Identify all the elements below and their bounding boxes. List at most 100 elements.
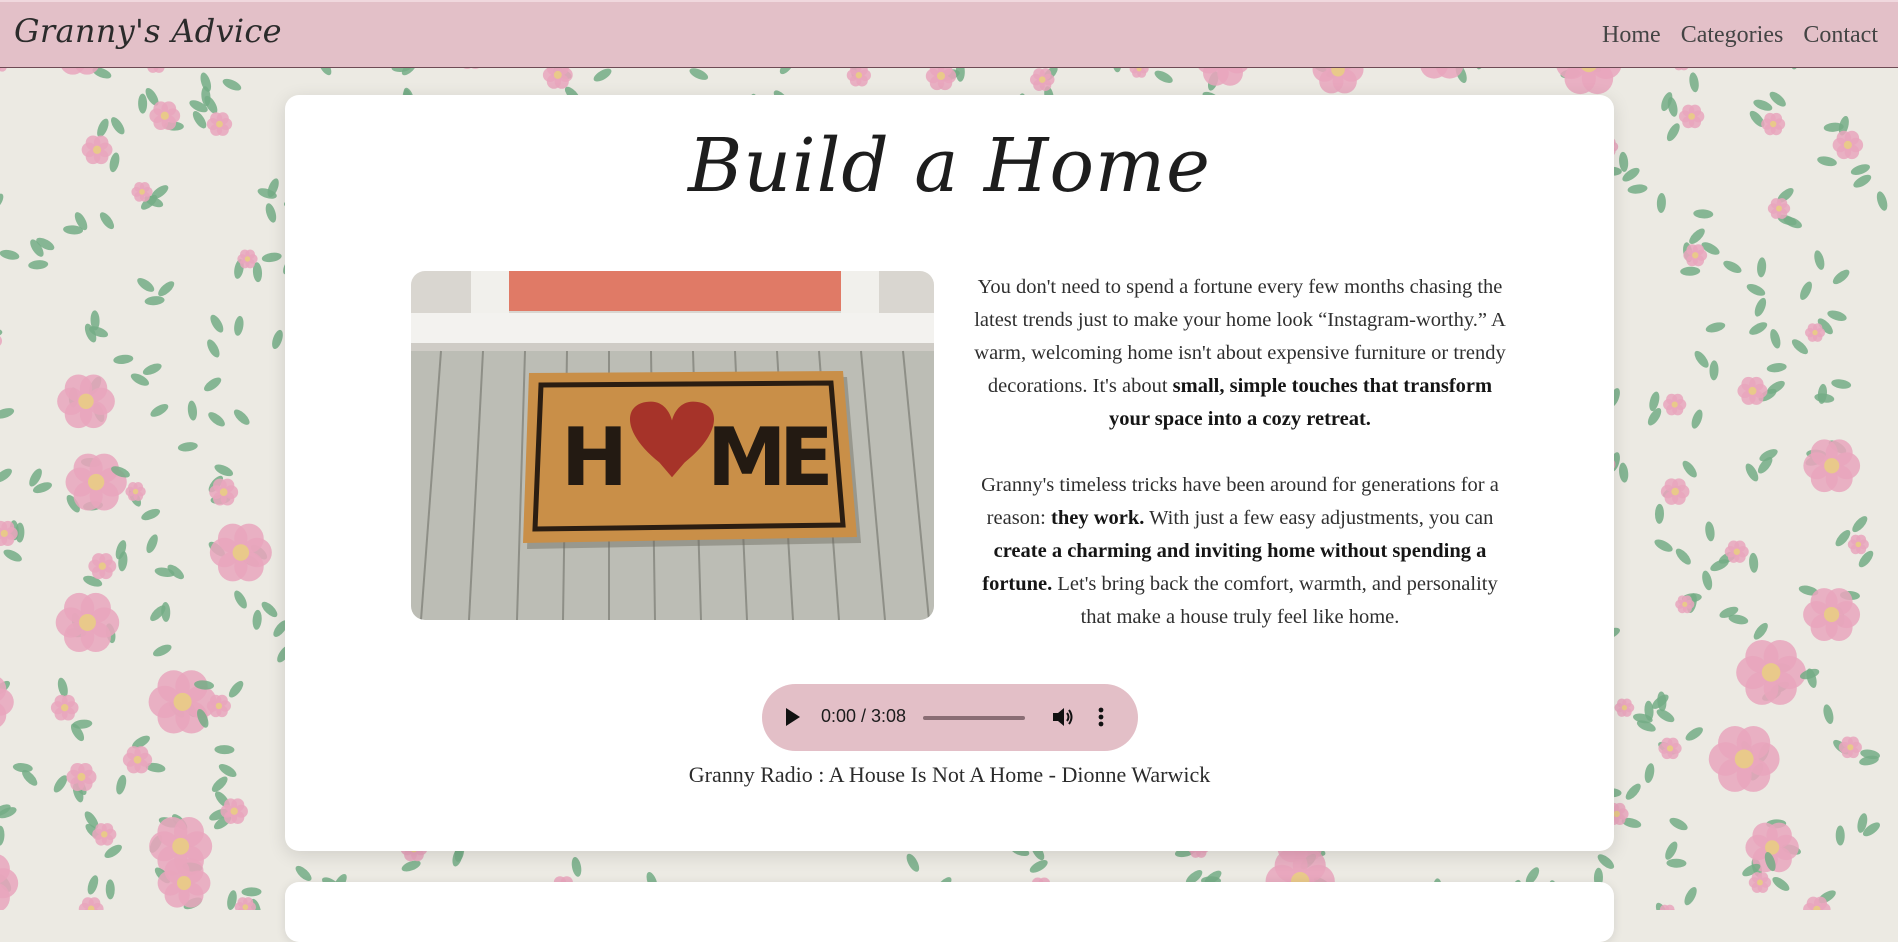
leaf-icon [1704,521,1716,542]
flower-icon [1803,439,1860,492]
flower-icon [1614,699,1634,717]
leaf-icon [113,354,134,365]
leaf-icon [221,76,243,92]
flower-icon [66,763,96,791]
site-logo[interactable]: Granny's Advice [14,12,282,50]
leaf-icon [1709,360,1719,380]
leaf-icon [12,762,33,773]
leaf-icon [1826,308,1848,323]
leaf-icon [293,863,314,883]
leaf-icon [270,329,285,351]
leaf-icon [148,401,170,419]
leaf-icon [1756,257,1766,278]
leaf-icon [190,109,209,131]
leaf-icon [144,295,165,306]
leaf-icon [1618,462,1629,483]
leaf-icon [214,745,234,755]
leaf-icon [259,599,280,619]
page-title: Build a Home [285,123,1614,209]
leaf-icon [0,825,5,845]
volume-icon[interactable] [1050,704,1076,730]
leaf-icon [252,609,263,630]
flower-icon [207,112,232,136]
svg-text:H: H [561,411,628,504]
doormat-photo: H M E [411,271,934,620]
leaf-icon [1721,258,1743,275]
leaf-icon [1745,282,1767,299]
flower-icon [1709,726,1780,792]
leaf-icon [1653,537,1675,554]
leaf-icon [1766,362,1787,374]
leaf-icon [213,462,235,479]
article-card: Build a Home [285,95,1614,851]
leaf-icon [232,589,250,611]
leaf-icon [1657,193,1667,213]
leaf-icon [241,887,261,896]
leaf-icon [1789,337,1810,357]
leaf-icon [904,852,922,874]
leaf-icon [1752,296,1768,318]
next-section-card [285,882,1614,942]
nav-link-categories[interactable]: Categories [1681,22,1784,49]
leaf-icon [1643,762,1656,783]
leaf-icon [0,466,14,485]
leaf-icon [206,410,227,429]
leaf-icon [1743,462,1761,484]
leaf-icon [1816,155,1837,168]
leaf-icon [1682,885,1699,907]
intro-paragraph-2: Granny's timeless tricks have been aroun… [965,469,1515,634]
leaf-icon [2,547,24,564]
flower-icon [210,524,272,582]
leaf-icon [231,407,252,427]
leaf-icon [0,406,15,421]
leaf-icon [1700,570,1714,592]
leaf-icon [108,115,127,137]
leaf-icon [209,774,230,794]
leaf-icon [1748,553,1758,574]
leaf-icon [1822,703,1836,725]
leaf-icon [0,191,6,213]
leaf-icon [1028,857,1050,875]
leaf-icon [1683,725,1705,744]
leaf-icon [1693,209,1714,219]
play-icon[interactable] [786,708,800,726]
flower-icon [56,593,120,652]
flower-icon [1736,640,1806,705]
leaf-icon [144,533,160,555]
leaf-icon [1664,121,1682,143]
flower-icon [88,553,116,579]
leaf-icon [202,375,224,394]
leaf-icon [156,279,177,299]
flower-icon [1658,738,1681,760]
leaf-icon [28,259,49,270]
leaf-icon [1655,707,1677,725]
leaf-icon [1705,320,1727,334]
leaf-icon [140,506,162,522]
more-options-icon[interactable] [1096,704,1106,730]
leaf-icon [570,856,582,877]
flower-icon [82,135,113,164]
audio-seek-bar[interactable] [923,716,1025,720]
leaf-icon [1673,546,1693,567]
leaf-icon [1655,504,1664,524]
leaf-icon [1831,378,1852,390]
audio-player: 0:00 / 3:08 [762,684,1138,751]
leaf-icon [0,757,2,775]
leaf-icon [1689,408,1704,430]
leaf-icon [1627,183,1648,194]
leaf-icon [0,248,20,261]
leaf-icon [138,94,147,114]
flower-icon [1833,131,1864,159]
leaf-icon [0,328,2,338]
leaf-icon [86,874,101,896]
leaf-icon [198,71,213,93]
audio-caption: Granny Radio : A House Is Not A Home - D… [285,762,1614,788]
nav-link-home[interactable]: Home [1602,22,1661,49]
leaf-icon [233,315,245,336]
intro-paragraph-1: You don't need to spend a fortune every … [965,271,1515,436]
flower-icon [125,482,145,501]
top-navigation-bar: Granny's Advice Home Categories Contact [0,0,1898,68]
leaf-icon [226,679,246,700]
leaf-icon [261,251,282,263]
nav-link-contact[interactable]: Contact [1803,22,1878,49]
